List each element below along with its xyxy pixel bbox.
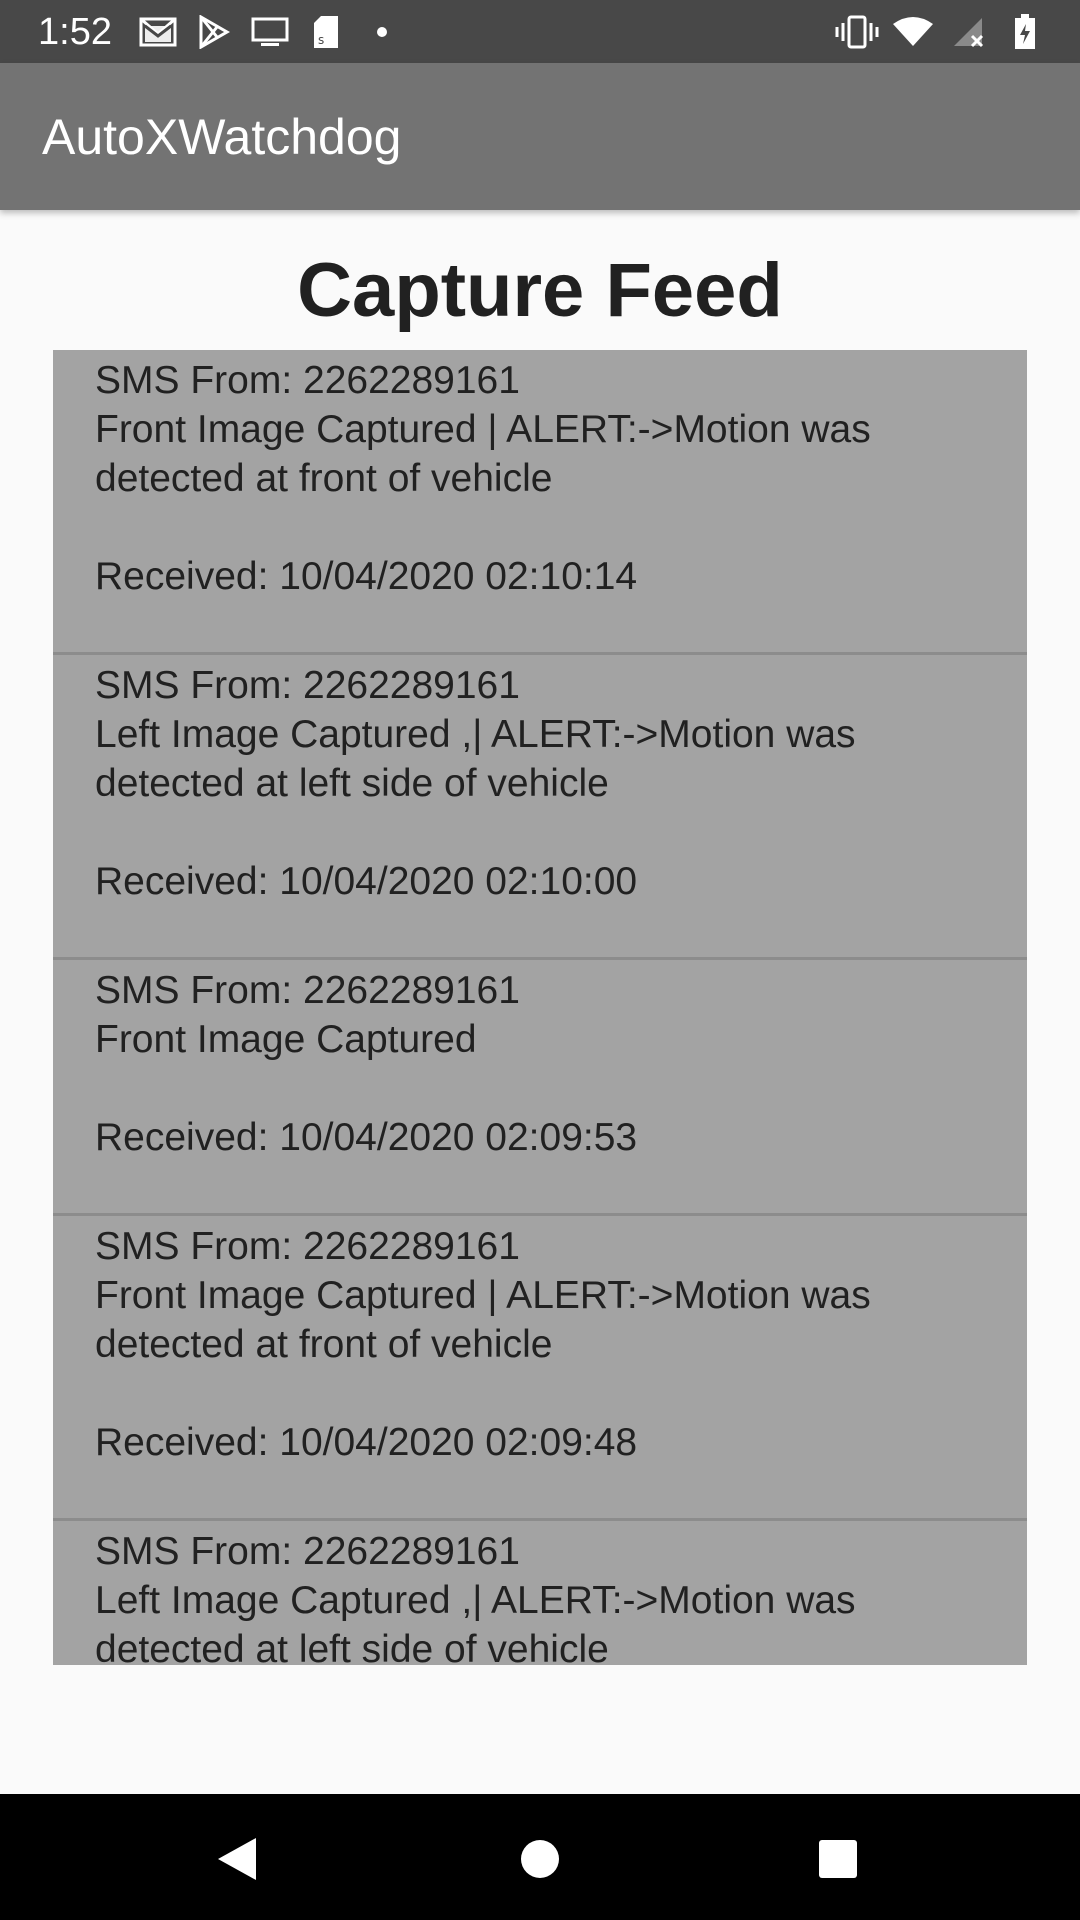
capture-feed-list[interactable]: SMS From: 2262289161 Front Image Capture…: [53, 350, 1027, 1665]
sms-message: Front Image Captured | ALERT:->Motion wa…: [95, 1274, 882, 1366]
navigation-bar: [0, 1794, 1080, 1920]
sms-sender: SMS From: 2262289161: [95, 664, 520, 707]
sms-sender: SMS From: 2262289161: [95, 1225, 520, 1268]
status-time: 1:52: [38, 11, 112, 53]
sms-message: Front Image Captured: [95, 1018, 477, 1061]
received-timestamp: Received: 10/04/2020 02:09:53: [95, 1116, 638, 1159]
list-item[interactable]: SMS From: 2262289161 Left Image Captured…: [53, 1521, 1027, 1665]
system-status-icons: [824, 12, 1048, 52]
home-icon[interactable]: [505, 1824, 575, 1894]
notification-icons: s: [136, 12, 416, 52]
list-item[interactable]: SMS From: 2262289161 Front Image Capture…: [53, 350, 1027, 655]
page-title: Capture Feed: [297, 248, 783, 333]
svg-text:s: s: [318, 33, 324, 47]
list-item[interactable]: SMS From: 2262289161 Left Image Captured…: [53, 655, 1027, 960]
sms-message: Left Image Captured ,| ALERT:->Motion wa…: [95, 1579, 867, 1665]
sms-sender: SMS From: 2262289161: [95, 969, 520, 1012]
list-item[interactable]: SMS From: 2262289161 Front Image Capture…: [53, 1216, 1027, 1521]
sms-message: Left Image Captured ,| ALERT:->Motion wa…: [95, 713, 867, 805]
status-bar: 1:52 s: [0, 0, 1080, 63]
received-timestamp: Received: 10/04/2020 02:10:14: [95, 555, 638, 598]
play-store-icon: [192, 12, 236, 52]
vibrate-icon: [834, 12, 880, 52]
received-timestamp: Received: 10/04/2020 02:09:48: [95, 1421, 638, 1464]
signal-icon: [946, 12, 992, 52]
recents-icon[interactable]: [803, 1824, 873, 1894]
sim-card-icon: s: [304, 12, 348, 52]
sms-sender: SMS From: 2262289161: [95, 359, 520, 402]
received-timestamp: Received: 10/04/2020 02:10:00: [95, 860, 638, 903]
battery-charging-icon: [1002, 12, 1048, 52]
app-bar: AutoXWatchdog: [0, 63, 1080, 210]
back-icon[interactable]: [202, 1824, 272, 1894]
list-item[interactable]: SMS From: 2262289161 Front Image Capture…: [53, 960, 1027, 1216]
wifi-icon: [890, 12, 936, 52]
gmail-icon: [136, 12, 180, 52]
cast-screen-icon: [248, 12, 292, 52]
app-title: AutoXWatchdog: [42, 109, 402, 165]
sms-sender: SMS From: 2262289161: [95, 1530, 520, 1573]
dot-icon: [360, 12, 404, 52]
sms-message: Front Image Captured | ALERT:->Motion wa…: [95, 408, 882, 500]
